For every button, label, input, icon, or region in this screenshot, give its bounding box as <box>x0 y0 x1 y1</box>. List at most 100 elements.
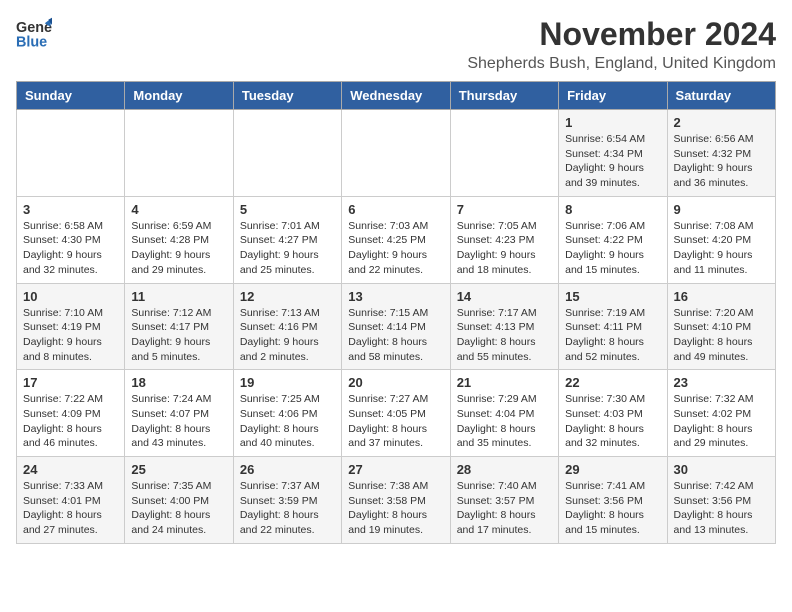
calendar-cell: 16 Sunrise: 7:20 AMSunset: 4:10 PMDayligh… <box>667 283 775 370</box>
day-info: Sunrise: 7:30 AMSunset: 4:03 PMDaylight:… <box>565 392 660 451</box>
day-number: 3 <box>23 202 118 217</box>
day-number: 9 <box>674 202 769 217</box>
calendar-cell: 9 Sunrise: 7:08 AMSunset: 4:20 PMDaylight… <box>667 196 775 283</box>
calendar-cell: 5 Sunrise: 7:01 AMSunset: 4:27 PMDaylight… <box>233 196 341 283</box>
day-info: Sunrise: 7:37 AMSunset: 3:59 PMDaylight:… <box>240 479 335 538</box>
day-info: Sunrise: 7:12 AMSunset: 4:17 PMDaylight:… <box>131 306 226 365</box>
day-info: Sunrise: 7:33 AMSunset: 4:01 PMDaylight:… <box>23 479 118 538</box>
day-info: Sunrise: 7:01 AMSunset: 4:27 PMDaylight:… <box>240 219 335 278</box>
calendar-cell: 12 Sunrise: 7:13 AMSunset: 4:16 PMDayligh… <box>233 283 341 370</box>
day-number: 29 <box>565 462 660 477</box>
calendar-cell: 10 Sunrise: 7:10 AMSunset: 4:19 PMDayligh… <box>17 283 125 370</box>
calendar-cell <box>125 110 233 197</box>
day-info: Sunrise: 7:20 AMSunset: 4:10 PMDaylight:… <box>674 306 769 365</box>
calendar-table: SundayMondayTuesdayWednesdayThursdayFrid… <box>16 81 776 544</box>
day-info: Sunrise: 7:35 AMSunset: 4:00 PMDaylight:… <box>131 479 226 538</box>
calendar-cell: 14 Sunrise: 7:17 AMSunset: 4:13 PMDayligh… <box>450 283 558 370</box>
month-title: November 2024 <box>467 16 776 53</box>
calendar-cell: 22 Sunrise: 7:30 AMSunset: 4:03 PMDayligh… <box>559 370 667 457</box>
day-number: 8 <box>565 202 660 217</box>
day-number: 7 <box>457 202 552 217</box>
day-info: Sunrise: 7:19 AMSunset: 4:11 PMDaylight:… <box>565 306 660 365</box>
day-number: 16 <box>674 289 769 304</box>
calendar-cell: 18 Sunrise: 7:24 AMSunset: 4:07 PMDayligh… <box>125 370 233 457</box>
weekday-header-monday: Monday <box>125 82 233 110</box>
weekday-header-saturday: Saturday <box>667 82 775 110</box>
calendar-cell: 28 Sunrise: 7:40 AMSunset: 3:57 PMDayligh… <box>450 457 558 544</box>
day-number: 19 <box>240 375 335 390</box>
day-info: Sunrise: 7:08 AMSunset: 4:20 PMDaylight:… <box>674 219 769 278</box>
day-number: 14 <box>457 289 552 304</box>
day-number: 24 <box>23 462 118 477</box>
day-number: 21 <box>457 375 552 390</box>
calendar-cell <box>233 110 341 197</box>
calendar-cell: 1Sunrise: 6:54 AMSunset: 4:34 PMDaylight… <box>559 110 667 197</box>
day-number: 28 <box>457 462 552 477</box>
day-info: Sunrise: 7:38 AMSunset: 3:58 PMDaylight:… <box>348 479 443 538</box>
day-number: 25 <box>131 462 226 477</box>
calendar-week-row: 24 Sunrise: 7:33 AMSunset: 4:01 PMDayligh… <box>17 457 776 544</box>
day-number: 15 <box>565 289 660 304</box>
day-number: 27 <box>348 462 443 477</box>
calendar-cell: 21 Sunrise: 7:29 AMSunset: 4:04 PMDayligh… <box>450 370 558 457</box>
day-info: Sunrise: 7:10 AMSunset: 4:19 PMDaylight:… <box>23 306 118 365</box>
day-info: Sunrise: 7:25 AMSunset: 4:06 PMDaylight:… <box>240 392 335 451</box>
page-header: General Blue November 2024 Shepherds Bus… <box>16 16 776 73</box>
day-number: 26 <box>240 462 335 477</box>
calendar-cell: 11Sunrise: 7:12 AMSunset: 4:17 PMDayligh… <box>125 283 233 370</box>
day-info: Sunrise: 7:17 AMSunset: 4:13 PMDaylight:… <box>457 306 552 365</box>
weekday-header-friday: Friday <box>559 82 667 110</box>
calendar-cell: 6Sunrise: 7:03 AMSunset: 4:25 PMDaylight… <box>342 196 450 283</box>
calendar-cell: 30Sunrise: 7:42 AMSunset: 3:56 PMDayligh… <box>667 457 775 544</box>
calendar-cell: 4Sunrise: 6:59 AMSunset: 4:28 PMDaylight… <box>125 196 233 283</box>
day-number: 13 <box>348 289 443 304</box>
calendar-cell: 27 Sunrise: 7:38 AMSunset: 3:58 PMDayligh… <box>342 457 450 544</box>
day-info: Sunrise: 7:13 AMSunset: 4:16 PMDaylight:… <box>240 306 335 365</box>
day-info: Sunrise: 6:54 AMSunset: 4:34 PMDaylight:… <box>565 132 660 191</box>
calendar-cell: 8 Sunrise: 7:06 AMSunset: 4:22 PMDaylight… <box>559 196 667 283</box>
day-number: 20 <box>348 375 443 390</box>
calendar-cell <box>17 110 125 197</box>
day-info: Sunrise: 7:41 AMSunset: 3:56 PMDaylight:… <box>565 479 660 538</box>
day-number: 6 <box>348 202 443 217</box>
calendar-cell: 25 Sunrise: 7:35 AMSunset: 4:00 PMDayligh… <box>125 457 233 544</box>
calendar-cell: 24 Sunrise: 7:33 AMSunset: 4:01 PMDayligh… <box>17 457 125 544</box>
day-info: Sunrise: 7:27 AMSunset: 4:05 PMDaylight:… <box>348 392 443 451</box>
day-info: Sunrise: 7:24 AMSunset: 4:07 PMDaylight:… <box>131 392 226 451</box>
weekday-header-tuesday: Tuesday <box>233 82 341 110</box>
day-info: Sunrise: 7:40 AMSunset: 3:57 PMDaylight:… <box>457 479 552 538</box>
calendar-cell: 19 Sunrise: 7:25 AMSunset: 4:06 PMDayligh… <box>233 370 341 457</box>
title-area: November 2024 Shepherds Bush, England, U… <box>467 16 776 73</box>
day-number: 30 <box>674 462 769 477</box>
logo: General Blue <box>16 16 52 52</box>
weekday-header-row: SundayMondayTuesdayWednesdayThursdayFrid… <box>17 82 776 110</box>
day-number: 22 <box>565 375 660 390</box>
calendar-cell: 3 Sunrise: 6:58 AMSunset: 4:30 PMDaylight… <box>17 196 125 283</box>
calendar-cell: 29 Sunrise: 7:41 AMSunset: 3:56 PMDayligh… <box>559 457 667 544</box>
weekday-header-wednesday: Wednesday <box>342 82 450 110</box>
day-info: Sunrise: 7:06 AMSunset: 4:22 PMDaylight:… <box>565 219 660 278</box>
day-number: 5 <box>240 202 335 217</box>
day-number: 18 <box>131 375 226 390</box>
calendar-cell: 7 Sunrise: 7:05 AMSunset: 4:23 PMDaylight… <box>450 196 558 283</box>
calendar-cell: 23Sunrise: 7:32 AMSunset: 4:02 PMDayligh… <box>667 370 775 457</box>
day-info: Sunrise: 7:29 AMSunset: 4:04 PMDaylight:… <box>457 392 552 451</box>
day-info: Sunrise: 7:22 AMSunset: 4:09 PMDaylight:… <box>23 392 118 451</box>
day-number: 12 <box>240 289 335 304</box>
calendar-cell: 17 Sunrise: 7:22 AMSunset: 4:09 PMDayligh… <box>17 370 125 457</box>
day-number: 10 <box>23 289 118 304</box>
day-info: Sunrise: 6:58 AMSunset: 4:30 PMDaylight:… <box>23 219 118 278</box>
location-subtitle: Shepherds Bush, England, United Kingdom <box>467 55 776 73</box>
calendar-week-row: 1Sunrise: 6:54 AMSunset: 4:34 PMDaylight… <box>17 110 776 197</box>
day-info: Sunrise: 6:59 AMSunset: 4:28 PMDaylight:… <box>131 219 226 278</box>
calendar-week-row: 17 Sunrise: 7:22 AMSunset: 4:09 PMDayligh… <box>17 370 776 457</box>
calendar-cell <box>450 110 558 197</box>
day-number: 17 <box>23 375 118 390</box>
calendar-cell: 15 Sunrise: 7:19 AMSunset: 4:11 PMDayligh… <box>559 283 667 370</box>
calendar-cell <box>342 110 450 197</box>
calendar-cell: 26 Sunrise: 7:37 AMSunset: 3:59 PMDayligh… <box>233 457 341 544</box>
logo-icon: General Blue <box>16 16 52 52</box>
weekday-header-sunday: Sunday <box>17 82 125 110</box>
day-info: Sunrise: 7:05 AMSunset: 4:23 PMDaylight:… <box>457 219 552 278</box>
calendar-cell: 13Sunrise: 7:15 AMSunset: 4:14 PMDayligh… <box>342 283 450 370</box>
